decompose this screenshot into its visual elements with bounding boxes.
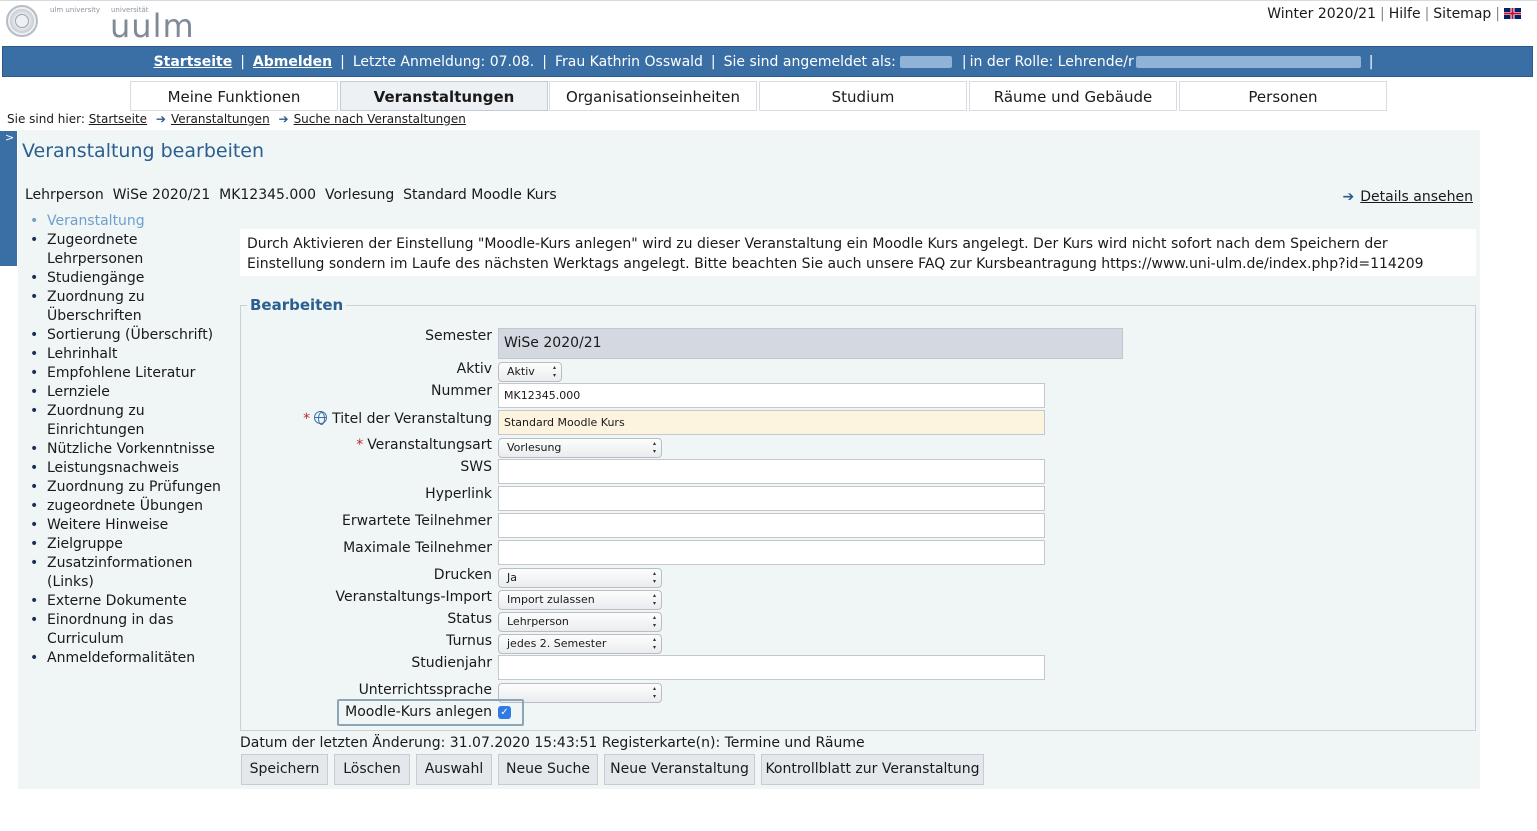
menu-item-veranstaltung[interactable]: Veranstaltung (30, 212, 230, 231)
drucken-select[interactable]: Ja (498, 568, 662, 588)
status-select[interactable]: Lehrperson (498, 612, 662, 632)
sprache-label: Unterrichtssprache (358, 682, 492, 698)
art-label: Veranstaltungsart (367, 437, 492, 453)
control-sheet-button[interactable]: Kontrollblatt zur Veranstaltung (761, 754, 984, 785)
user-role: in der Rolle: Lehrende/r (969, 53, 1134, 70)
nummer-input[interactable]: MK12345.000 (498, 383, 1045, 408)
semester-field: WiSe 2020/21 (498, 328, 1123, 359)
moodle-info-text: Durch Aktivieren der Einstellung "Moodle… (240, 229, 1476, 276)
moodle-checkbox[interactable]: ✓ (498, 706, 511, 719)
uk-flag-icon[interactable] (1504, 8, 1521, 19)
uulm-logo[interactable]: uulm (110, 8, 195, 44)
details-link-wrap: ➔ Details ansehen (1343, 189, 1473, 205)
required-marker: * (303, 411, 311, 427)
sws-input[interactable] (498, 459, 1045, 484)
tab-studium[interactable]: Studium (759, 81, 967, 111)
turnus-select[interactable]: jedes 2. Semester (498, 634, 662, 654)
redacted-username (899, 55, 952, 68)
import-select[interactable]: Import zulassen (498, 590, 662, 610)
tab-veranstaltungen[interactable]: Veranstaltungen (340, 81, 548, 111)
new-event-button[interactable]: Neue Veranstaltung (604, 754, 755, 785)
semester-label: Semester (425, 328, 492, 344)
university-seal-icon (6, 5, 38, 37)
sws-label: SWS (460, 459, 492, 475)
arrow-right-icon: ➔ (1342, 189, 1355, 205)
titel-label-wrap: * Titel der Veranstaltung (192, 411, 492, 427)
import-label: Veranstaltungs-Import (335, 589, 493, 605)
maximale-input[interactable] (498, 540, 1045, 565)
hyperlink-input[interactable] (498, 486, 1045, 511)
sidebar-toggle[interactable] (0, 131, 17, 266)
menu-item-ueberschriften[interactable]: Zuordnung zu Überschriften (30, 288, 230, 326)
breadcrumb-veranstaltungen[interactable]: Veranstaltungen (171, 112, 270, 126)
studienjahr-input[interactable] (498, 655, 1045, 680)
menu-item-studiengaenge[interactable]: Studiengänge (30, 269, 230, 288)
arrow-right-icon: ➔ (155, 112, 166, 126)
user-name: Frau Kathrin Osswald (554, 53, 703, 70)
status-label: Status (447, 611, 492, 627)
fieldset-legend: Bearbeiten (247, 296, 347, 314)
breadcrumb: Sie sind hier: Startseite ➔ Veranstaltung… (7, 112, 466, 126)
erwartete-label: Erwartete Teilnehmer (342, 513, 492, 529)
top-links: Winter 2020/21 | Hilfe | Sitemap | (1267, 6, 1521, 22)
required-marker: * (356, 437, 364, 453)
breadcrumb-suche[interactable]: Suche nach Veranstaltungen (294, 112, 466, 126)
select-button[interactable]: Auswahl (416, 754, 492, 785)
breadcrumb-startseite[interactable]: Startseite (89, 112, 147, 126)
globe-icon[interactable] (314, 411, 328, 425)
art-label-wrap: * Veranstaltungsart (192, 437, 492, 453)
help-link[interactable]: Hilfe (1389, 6, 1421, 22)
erwartete-input[interactable] (498, 513, 1045, 538)
titel-label: Titel der Veranstaltung (332, 411, 492, 427)
expand-arrow-icon[interactable]: > (5, 131, 14, 144)
logout-link[interactable]: Abmelden (253, 54, 332, 70)
tab-raeume-und-gebaeude[interactable]: Räume und Gebäude (969, 81, 1177, 111)
drucken-label: Drucken (433, 567, 492, 583)
arrow-right-icon: ➔ (278, 112, 289, 126)
details-link[interactable]: Details ansehen (1360, 189, 1473, 205)
logo-small-text-left: ulm university (50, 6, 101, 14)
redacted-role (1135, 55, 1361, 68)
new-search-button[interactable]: Neue Suche (498, 754, 598, 785)
logged-in-as: Sie sind angemeldet als: (723, 53, 896, 70)
sitemap-link[interactable]: Sitemap (1433, 6, 1491, 22)
hyperlink-label: Hyperlink (425, 486, 492, 502)
tab-organisationseinheiten[interactable]: Organisationseinheiten (549, 81, 757, 111)
moodle-label: Moodle-Kurs anlegen (345, 704, 492, 720)
tab-meine-funktionen[interactable]: Meine Funktionen (130, 81, 338, 111)
studienjahr-label: Studienjahr (411, 655, 492, 671)
home-link[interactable]: Startseite (154, 54, 233, 70)
save-button[interactable]: Speichern (241, 754, 328, 785)
titel-input[interactable]: Standard Moodle Kurs (498, 410, 1045, 435)
turnus-label: Turnus (446, 633, 492, 649)
delete-button[interactable]: Löschen (334, 754, 410, 785)
art-select[interactable]: Vorlesung (498, 438, 662, 458)
last-login: Letzte Anmeldung: 07.08. (352, 53, 535, 70)
aktiv-label: Aktiv (456, 361, 492, 377)
menu-item-lehrpersonen[interactable]: Zugeordnete Lehrpersonen (30, 231, 230, 269)
page-title: Veranstaltung bearbeiten (22, 140, 265, 162)
top-border (0, 0, 1537, 1)
maximale-label: Maximale Teilnehmer (343, 540, 492, 556)
status-bar: Startseite | Abmelden | Letzte Anmeldung… (2, 46, 1533, 77)
tab-personen[interactable]: Personen (1179, 81, 1387, 111)
breadcrumb-prefix: Sie sind hier: (7, 112, 85, 126)
nummer-label: Nummer (431, 383, 492, 399)
last-modified-text: Datum der letzten Änderung: 31.07.2020 1… (240, 735, 865, 751)
event-subinfo: Lehrperson WiSe 2020/21 MK12345.000 Vorl… (25, 187, 557, 203)
semester-link[interactable]: Winter 2020/21 (1267, 6, 1376, 22)
aktiv-select[interactable]: Aktiv (498, 362, 562, 382)
